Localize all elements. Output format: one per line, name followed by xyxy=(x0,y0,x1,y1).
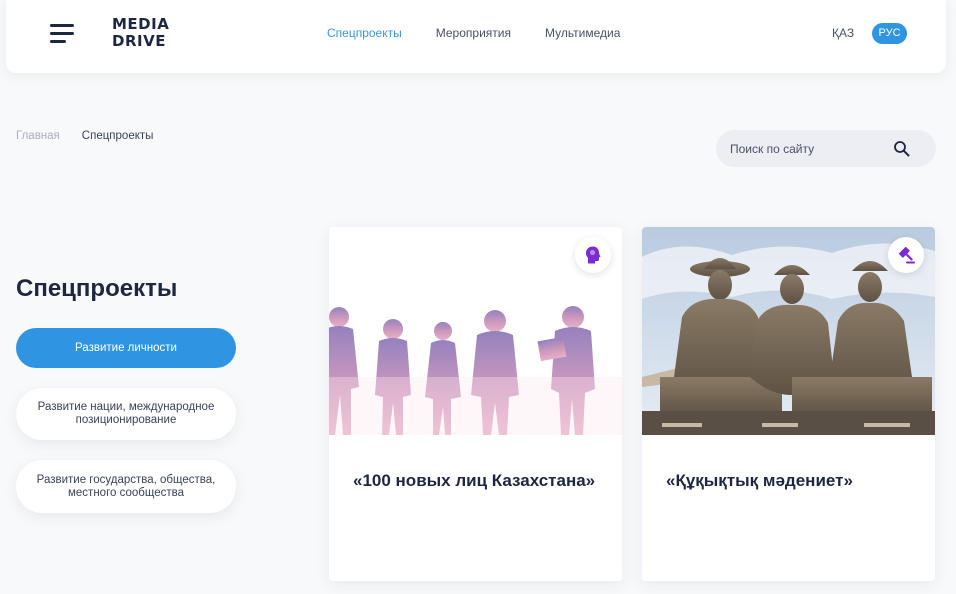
breadcrumb: Главная Спецпроекты xyxy=(16,130,153,142)
card-title[interactable]: «100 новых лиц Казахстана» xyxy=(353,471,603,490)
menu-icon[interactable] xyxy=(50,24,76,44)
nav-item-multimedia[interactable]: Мультимедиа xyxy=(545,26,620,40)
card-badge xyxy=(575,237,611,273)
breadcrumb-home-link[interactable]: Главная xyxy=(16,130,60,142)
card-body: «Құқықтық мәдениет» xyxy=(642,435,935,581)
search-icon[interactable] xyxy=(893,140,911,158)
page-title: Спецпроекты xyxy=(16,275,178,302)
category-nation-development-button[interactable]: Развитие нации, международное позиционир… xyxy=(16,388,236,440)
logo-line-2: DRIVE xyxy=(112,32,166,50)
search-bar xyxy=(716,130,936,167)
nav-item-special-projects[interactable]: Спецпроекты xyxy=(327,26,402,40)
site-logo[interactable]: MEDIA DRIVE xyxy=(112,16,169,50)
head-icon xyxy=(586,246,601,264)
category-state-development-button[interactable]: Развитие государства, общества, местного… xyxy=(16,460,236,513)
breadcrumb-current: Спецпроекты xyxy=(81,130,154,142)
search-input[interactable] xyxy=(730,130,890,167)
lang-rus-button[interactable]: РУС xyxy=(872,23,907,44)
card-body: «100 новых лиц Казахстана» xyxy=(329,435,622,581)
nav-item-events[interactable]: Мероприятия xyxy=(436,26,511,40)
category-personal-development-button[interactable]: Развитие личности xyxy=(16,328,236,368)
lang-kaz-button[interactable]: ҚАЗ xyxy=(832,26,854,40)
card-badge xyxy=(888,237,924,273)
card-title[interactable]: «Құқықтық мәдениет» xyxy=(666,471,916,490)
site-header: MEDIA DRIVE Спецпроекты Мероприятия Муль… xyxy=(6,0,946,73)
logo-line-1: MEDIA xyxy=(112,15,170,33)
project-card[interactable]: «Құқықтық мәдениет» xyxy=(642,227,935,581)
gavel-icon xyxy=(899,247,915,264)
main-nav: Спецпроекты Мероприятия Мультимедиа xyxy=(327,26,654,40)
project-card[interactable]: «100 новых лиц Казахстана» xyxy=(329,227,622,581)
